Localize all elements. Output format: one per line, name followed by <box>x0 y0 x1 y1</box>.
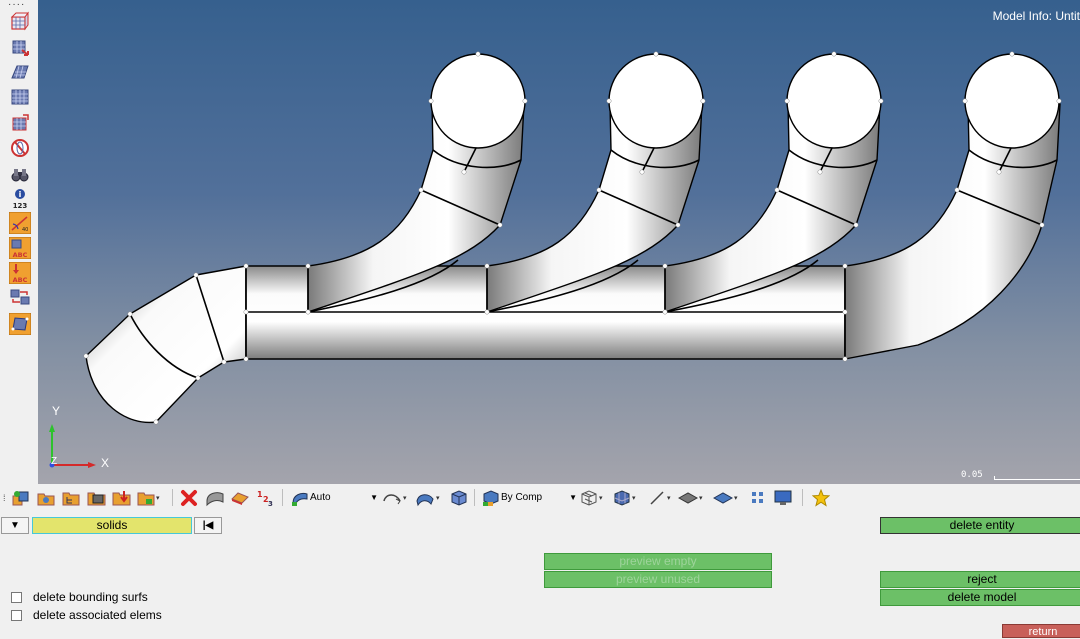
toolbar-separator <box>802 489 803 506</box>
sphere-no-icon[interactable] <box>9 137 31 159</box>
folder-tree-icon[interactable] <box>62 488 80 508</box>
delete-associated-elems-label: delete associated elems <box>33 608 162 622</box>
eraser-icon[interactable] <box>230 488 250 508</box>
measure-icon[interactable]: 40 <box>9 212 31 234</box>
vis-mode-select[interactable]: Auto ▼ <box>310 488 378 507</box>
manifold-model[interactable] <box>38 0 1080 484</box>
label-abc-icon[interactable]: ABC <box>9 237 31 259</box>
preview-empty-button[interactable]: preview empty <box>544 553 772 570</box>
chevron-down-icon: ▼ <box>370 493 378 502</box>
entity-selector[interactable]: solids <box>32 517 192 534</box>
svg-text:ABC: ABC <box>13 251 28 259</box>
chevron-down-icon[interactable]: ▾ <box>156 494 160 502</box>
color-mode-select[interactable]: By Comp ▼ <box>501 488 577 507</box>
scale-bar <box>994 476 1080 480</box>
shaded-surface-icon[interactable]: ▾ <box>415 488 440 508</box>
blue-plane-icon[interactable]: ▾ <box>713 488 738 508</box>
color-mode-value: By Comp <box>501 492 543 503</box>
delete-bounding-surfs-label: delete bounding surfs <box>33 590 148 604</box>
delete-x-icon[interactable] <box>180 488 198 508</box>
folder-options-icon[interactable]: ▾ <box>137 488 160 508</box>
chevron-down-icon[interactable]: ▾ <box>403 494 407 502</box>
axis-z-label: Z <box>51 456 58 467</box>
svg-text:i: i <box>19 190 22 199</box>
chevron-down-icon[interactable]: ▾ <box>667 494 671 502</box>
toolbar-separator <box>282 489 283 506</box>
toolbar-grip[interactable]: ···· <box>8 0 25 10</box>
axis-y-label: Y <box>52 404 61 418</box>
auto-vis-icon[interactable] <box>291 488 309 508</box>
reset-selection-button[interactable]: |◀ <box>194 517 222 534</box>
arrow-abc-icon[interactable]: ABC <box>9 262 31 284</box>
delete-panel: ▼ solids |◀ delete entity preview empty … <box>0 512 1080 638</box>
port-1 <box>430 53 526 149</box>
mesh-cube-icon[interactable]: ▾ <box>613 488 636 508</box>
scale-label: 0.05 <box>961 470 983 480</box>
shell-grey-icon[interactable] <box>205 488 225 508</box>
toolbar-grip[interactable]: ⁞ <box>3 488 6 508</box>
solid-cube-icon[interactable] <box>450 488 468 508</box>
renumber-icon[interactable]: 123 <box>256 488 274 508</box>
svg-text:123: 123 <box>13 202 28 210</box>
chevron-down-icon[interactable]: ▾ <box>699 494 703 502</box>
exchange-icon[interactable] <box>9 286 31 308</box>
mesh-plane-icon[interactable] <box>9 61 31 83</box>
components-icon[interactable] <box>12 488 30 508</box>
chevron-down-icon[interactable]: ▾ <box>632 494 636 502</box>
vis-mode-value: Auto <box>310 492 331 503</box>
chevron-down-icon: ▼ <box>569 493 577 502</box>
chevron-down-icon[interactable]: ▾ <box>599 494 603 502</box>
port-3 <box>786 53 882 149</box>
mesh-edit-icon[interactable] <box>9 112 31 134</box>
axis-x-label: X <box>101 456 110 470</box>
toolbar-separator <box>474 489 475 506</box>
mesh-grid-icon[interactable] <box>9 86 31 108</box>
delete-bounding-surfs-checkbox[interactable] <box>11 592 22 603</box>
chevron-down-icon[interactable]: ▾ <box>436 494 440 502</box>
assemblies-icon[interactable] <box>37 488 55 508</box>
binoculars-icon[interactable] <box>9 163 31 185</box>
entity-type-dropdown[interactable]: ▼ <box>1 517 29 534</box>
inlet-pipe <box>85 265 247 424</box>
graphics-viewport[interactable]: Model Info: Untit Y X Z 0.05 <box>38 0 1080 484</box>
model-info-label: Model Info: Untit <box>992 9 1080 23</box>
info-123-icon[interactable]: i 123 <box>9 188 31 210</box>
shaded-curve-icon[interactable]: ▾ <box>382 488 407 508</box>
reset-icon: |◀ <box>202 520 214 531</box>
plane-icon[interactable]: ▾ <box>678 488 703 508</box>
visualization-toolbar: ⁞ ▾ 123 Auto ▼ ▾ ▾ By Comp ▼ ▾ ▾ ▾ ▾ ▾ <box>0 484 1080 512</box>
delete-entity-button[interactable]: delete entity <box>880 517 1080 534</box>
mesh-cube-icon[interactable] <box>9 10 31 32</box>
delete-model-button[interactable]: delete model <box>880 589 1080 606</box>
chevron-down-icon[interactable]: ▾ <box>734 494 738 502</box>
load-down-icon[interactable] <box>112 488 132 508</box>
wireframe-cube-icon[interactable]: ▾ <box>580 488 603 508</box>
star-icon[interactable] <box>812 488 830 508</box>
svg-text:ABC: ABC <box>13 276 28 284</box>
mesh-arrow-icon[interactable] <box>9 36 31 58</box>
toolbar-separator <box>172 489 173 506</box>
left-toolbar: ···· i 123 40 ABC ABC <box>0 0 38 484</box>
preview-unused-button[interactable]: preview unused <box>544 571 772 588</box>
monitor-icon[interactable] <box>773 488 793 508</box>
port-2 <box>608 53 704 149</box>
color-by-comp-icon[interactable] <box>482 488 500 508</box>
chevron-down-icon: ▼ <box>10 520 20 531</box>
line-icon[interactable]: ▾ <box>648 488 671 508</box>
surface-frame-icon[interactable] <box>9 313 31 335</box>
svg-text:3: 3 <box>268 500 273 507</box>
svg-text:40: 40 <box>22 227 28 233</box>
mask-folder-icon[interactable] <box>87 488 107 508</box>
port-4 <box>964 53 1060 149</box>
reject-button[interactable]: reject <box>880 571 1080 588</box>
delete-associated-elems-checkbox[interactable] <box>11 610 22 621</box>
dots-grid-icon[interactable] <box>749 488 767 508</box>
